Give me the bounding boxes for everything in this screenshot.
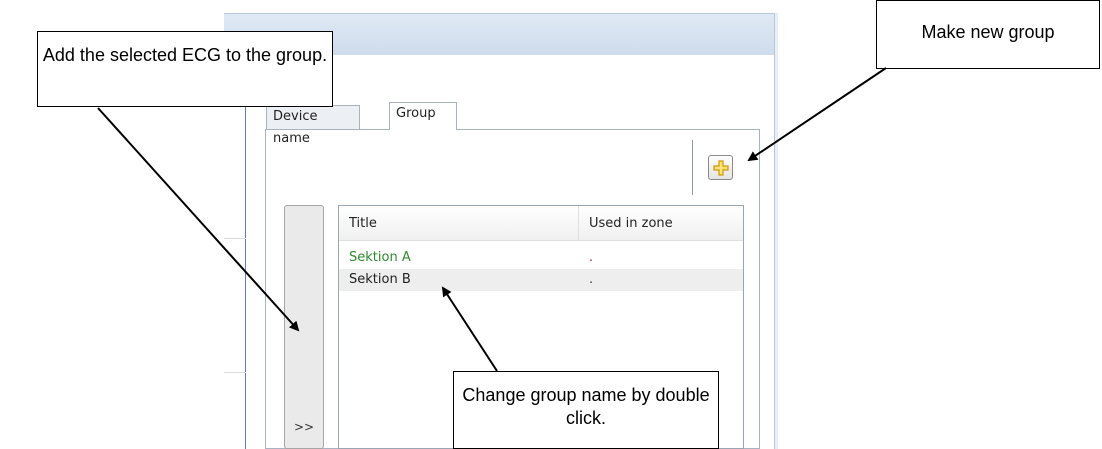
callout-arrows [97, 67, 887, 372]
arrow-make-new-group [747, 67, 887, 162]
arrow-change-group-name [441, 286, 498, 372]
arrow-add-to-group [97, 107, 300, 332]
